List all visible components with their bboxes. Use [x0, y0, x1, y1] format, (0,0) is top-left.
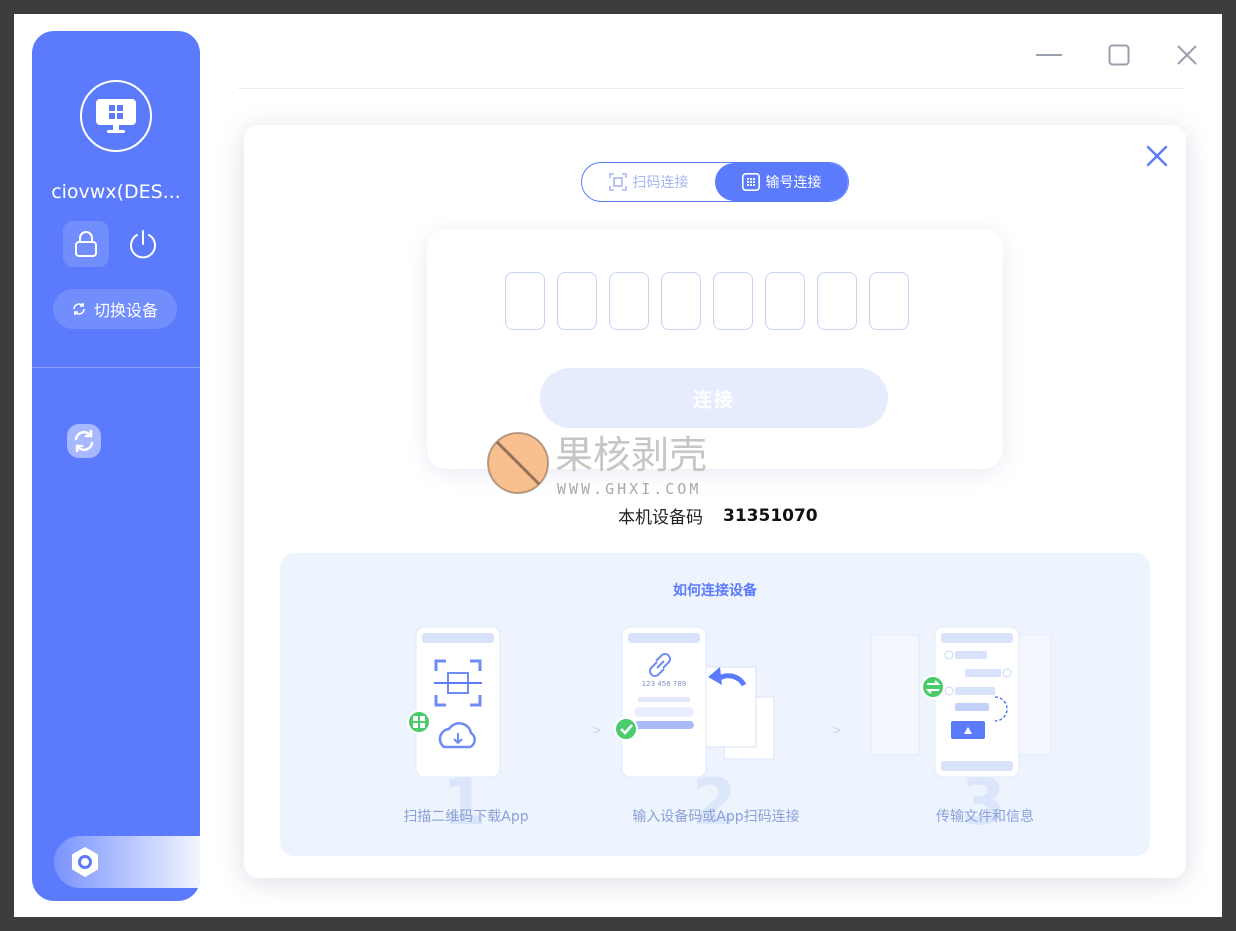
keypad-icon: [741, 173, 760, 191]
power-icon: [130, 230, 156, 259]
phone-code-illustration: 123 456 789: [614, 626, 775, 778]
code-digit-input[interactable]: [505, 272, 545, 330]
phone-transfer-illustration: [870, 626, 1052, 778]
howto-step: 1 扫描二维码下载App: [346, 621, 586, 851]
device-name: ciovwx(DES...: [51, 181, 181, 203]
code-digit-input[interactable]: [765, 272, 805, 330]
tab-scan-label: 扫码连接: [632, 175, 689, 191]
code-digit-input[interactable]: [869, 272, 909, 330]
connect-mode-tabs: 扫码连接 输号连接: [581, 162, 849, 202]
refresh-icon: [73, 303, 85, 315]
minimize-icon: [1036, 54, 1062, 56]
power-button[interactable]: [120, 221, 166, 267]
phone-qr-illustration: [407, 626, 501, 778]
minimize-button[interactable]: [1034, 40, 1064, 70]
code-digit-input[interactable]: [661, 272, 701, 330]
tab-code-connect[interactable]: 输号连接: [715, 163, 848, 201]
lock-icon: [75, 231, 97, 257]
windows-monitor-icon: [96, 99, 136, 133]
app-window: ciovwx(DES... 切换设备 扫码连接 输号连接 连接 果核剥壳 WWW…: [14, 14, 1222, 917]
watermark: 果核剥壳 WWW.GHXI.COM: [487, 432, 749, 504]
dialog-close-button[interactable]: [1142, 141, 1172, 171]
local-device-code: 本机设备码 31351070: [618, 503, 818, 529]
local-code-value: 31351070: [723, 505, 818, 526]
watermark-brand: 果核剥壳: [555, 433, 707, 477]
howto-title: 如何连接设备: [673, 583, 757, 599]
step-label: 输入设备码或App扫码连接: [632, 809, 800, 825]
settings-area: [54, 836, 200, 888]
code-digit-input[interactable]: [817, 272, 857, 330]
howto-panel: 如何连接设备 1 扫描二维码下载App > 2 123 456 789 输入设备…: [280, 553, 1150, 856]
device-avatar: [80, 80, 152, 152]
settings-button[interactable]: [68, 845, 102, 883]
howto-step: 3 传输文件和信息: [865, 621, 1105, 851]
sample-code: 123 456 789: [642, 680, 687, 688]
switch-device-button[interactable]: 切换设备: [53, 289, 177, 329]
maximize-icon: [1108, 44, 1130, 66]
sync-button[interactable]: [66, 423, 102, 463]
close-icon: [1177, 45, 1197, 65]
sidebar: ciovwx(DES... 切换设备: [32, 31, 200, 901]
close-icon: [1146, 145, 1168, 167]
connect-button[interactable]: 连接: [540, 368, 888, 428]
window-close-button[interactable]: [1172, 40, 1202, 70]
titlebar-divider: [238, 88, 1184, 89]
scan-icon: [608, 173, 627, 191]
tab-scan-connect[interactable]: 扫码连接: [582, 163, 715, 201]
maximize-button[interactable]: [1104, 40, 1134, 70]
gear-icon: [72, 847, 98, 877]
connect-dialog: 扫码连接 输号连接 连接 果核剥壳 WWW.GHXI.COM 本机设备码 313…: [244, 125, 1186, 878]
lock-button[interactable]: [63, 221, 109, 267]
watermark-url: WWW.GHXI.COM: [557, 480, 701, 498]
step-label: 传输文件和信息: [936, 809, 1034, 825]
code-digit-input[interactable]: [557, 272, 597, 330]
step-arrow-icon: >: [832, 723, 843, 737]
local-code-label: 本机设备码: [618, 508, 703, 528]
sidebar-divider: [32, 367, 200, 368]
code-digit-input[interactable]: [609, 272, 649, 330]
tab-code-label: 输号连接: [765, 175, 822, 191]
switch-device-label: 切换设备: [93, 301, 158, 320]
code-digit-input[interactable]: [713, 272, 753, 330]
sync-icon: [67, 424, 101, 458]
howto-step: 2 123 456 789 输入设备码或App扫码连接: [596, 621, 836, 851]
step-label: 扫描二维码下载App: [403, 809, 529, 825]
code-input-group: [505, 272, 909, 330]
